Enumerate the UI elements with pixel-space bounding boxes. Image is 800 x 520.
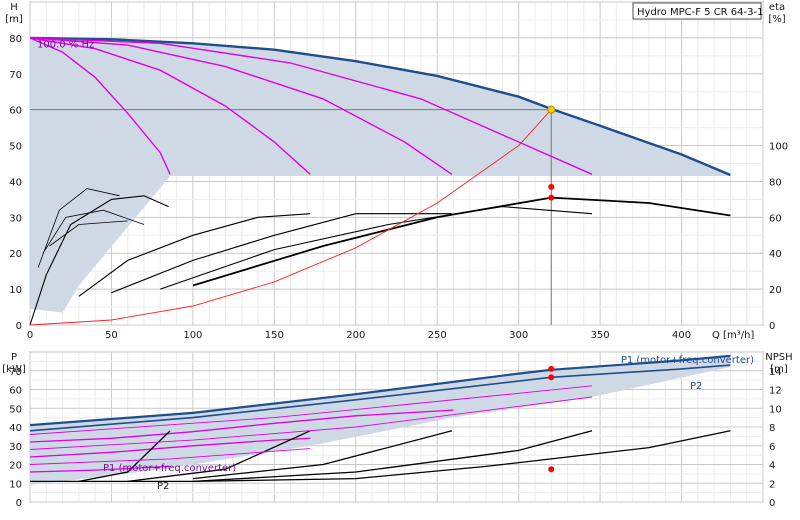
x-axis-label: Q [m³/h] — [712, 330, 754, 341]
top-ytick: 70 — [9, 70, 22, 81]
bottom-y2-axis-label: NPSH — [765, 352, 792, 363]
bottom-y2tick: 8 — [769, 423, 775, 434]
top-xtick: 150 — [265, 330, 284, 341]
bottom-y2tick: 0 — [769, 498, 775, 509]
bottom-y2tick: 2 — [769, 479, 775, 490]
bottom-y2tick: 12 — [769, 386, 782, 397]
bottom-y2tick: 10 — [769, 404, 782, 415]
p2-label-left: P2 — [157, 481, 169, 492]
duty-point — [547, 105, 556, 114]
bottom-y2-axis-label: [m] — [770, 364, 788, 375]
bottom-ytick: 30 — [9, 442, 22, 453]
top-ytick: 0 — [16, 321, 22, 332]
bottom-ytick: 10 — [9, 479, 22, 490]
y2-axis-label: eta — [769, 2, 785, 13]
bottom-ytick: 60 — [9, 386, 22, 397]
top-xtick: 350 — [591, 330, 610, 341]
top-y2tick: 0 — [769, 321, 775, 332]
top-ytick: 30 — [9, 213, 22, 224]
top-y2tick: 40 — [769, 249, 782, 260]
top-xtick: 0 — [27, 330, 33, 341]
top-ytick: 50 — [9, 142, 22, 153]
y-axis-label: H — [10, 2, 18, 13]
bottom-op-point — [548, 466, 555, 473]
top-xtick: 200 — [346, 330, 365, 341]
top-xtick: 250 — [428, 330, 447, 341]
top-xtick: 400 — [672, 330, 691, 341]
bottom-y2tick: 4 — [769, 461, 775, 472]
bottom-ytick: 40 — [9, 423, 22, 434]
speed-annotation: 100.0 % Hz — [37, 39, 94, 50]
top-ytick: 20 — [9, 249, 22, 260]
bottom-op-point — [548, 365, 555, 372]
top-op-point — [548, 194, 555, 201]
y-axis-label: [m] — [5, 14, 23, 25]
top-xtick: 100 — [183, 330, 202, 341]
bottom-y-axis-label: P — [11, 352, 17, 363]
p1-label-left: P1 (motor+freq.converter) — [103, 463, 236, 474]
top-op-point — [548, 183, 555, 190]
top-ytick: 10 — [9, 285, 22, 296]
bottom-y2tick: 6 — [769, 442, 775, 453]
top-y2tick: 80 — [769, 177, 782, 188]
top-xtick: 300 — [509, 330, 528, 341]
top-ytick: 60 — [9, 106, 22, 117]
top-ytick: 40 — [9, 177, 22, 188]
chart-title: Hydro MPC-F 5 CR 64-3-1 — [637, 7, 763, 18]
top-eta-area — [170, 176, 731, 325]
bottom-ytick: 0 — [16, 498, 22, 509]
top-y2tick: 20 — [769, 285, 782, 296]
chart-canvas: 010203040506070800 50 100 150 200 250 300 350 40… — [2, 1, 793, 509]
y2-axis-label: [%] — [768, 14, 785, 25]
bottom-y-axis-label: [kW] — [2, 364, 26, 375]
top-y2tick: 100 — [769, 142, 788, 153]
top-y2tick: 60 — [769, 213, 782, 224]
p1-label-right: P1 (motor+freq.converter) — [621, 355, 754, 366]
bottom-ytick: 20 — [9, 461, 22, 472]
bottom-op-point — [548, 374, 555, 381]
bottom-ytick: 50 — [9, 404, 22, 415]
top-ytick: 80 — [9, 34, 22, 45]
p2-label-right: P2 — [690, 381, 702, 392]
pump-curve-chart: 0 10 20 30 40 50 60 70 80 0 50 100 150 200 250 300 350 40… — [0, 0, 800, 520]
top-xtick: 50 — [105, 330, 118, 341]
